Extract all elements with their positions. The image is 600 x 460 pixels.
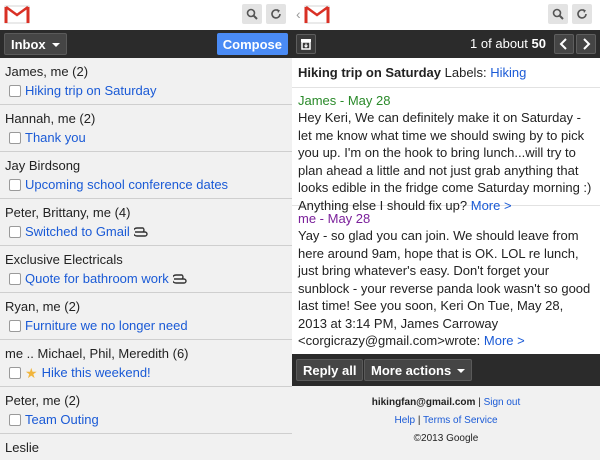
- thread-subject[interactable]: Thank you: [25, 130, 86, 145]
- search-icon[interactable]: [548, 4, 568, 24]
- thread-participants: Ryan, me (2): [5, 299, 81, 314]
- thread-checkbox[interactable]: [9, 366, 21, 379]
- chevron-left-icon[interactable]: [554, 34, 574, 54]
- thread-row[interactable]: Peter, Brittany, me (4) Switched to Gmail: [0, 199, 292, 246]
- archive-icon[interactable]: [296, 34, 316, 54]
- paperclip-icon: [172, 273, 187, 284]
- more-actions-dropdown[interactable]: More actions: [364, 359, 473, 381]
- thread-list-pane: Inbox Compose James, me (2) Hiking trip o…: [0, 0, 292, 460]
- chevron-down-icon: [457, 369, 466, 373]
- conversation-pane: ‹ 1 of about 50 Hiking trip on Saturday: [292, 0, 600, 460]
- refresh-icon[interactable]: [266, 4, 286, 24]
- thread-checkbox[interactable]: [9, 131, 21, 144]
- thread-subject-row: Furniture we no longer need: [5, 316, 292, 335]
- footer-separator: |: [478, 397, 481, 408]
- thread-subject[interactable]: Team Outing: [25, 412, 99, 427]
- thread-subject[interactable]: Quote for bathroom work: [25, 271, 169, 286]
- message-text: Yay - so glad you can join. We should le…: [298, 228, 591, 348]
- thread-subject[interactable]: Hiking trip on Saturday: [25, 83, 157, 98]
- count-range: 1: [470, 36, 478, 51]
- thread-row[interactable]: Jay Birdsong Upcoming school conference d…: [0, 152, 292, 199]
- gmail-logo[interactable]: [4, 4, 30, 24]
- thread-row[interactable]: Peter, me (2) Team Outing: [0, 387, 292, 434]
- message-1[interactable]: James - May 28 Hey Keri, We can definite…: [292, 88, 600, 213]
- refresh-icon[interactable]: [572, 4, 592, 24]
- account-email: hikingfan@gmail.com: [371, 397, 476, 408]
- help-link[interactable]: Help: [394, 415, 415, 426]
- sign-out-link[interactable]: Sign out: [484, 397, 521, 408]
- thread-subject-row: Team Outing: [5, 410, 292, 429]
- thread-list: James, me (2) Hiking trip on Saturday Hann…: [0, 58, 292, 460]
- more-link[interactable]: More >: [484, 333, 525, 348]
- thread-participants: Peter, Brittany, me (4): [5, 205, 131, 220]
- inbox-dropdown[interactable]: Inbox: [4, 33, 67, 55]
- message-body: Hey Keri, We can definitely make it on S…: [298, 109, 594, 214]
- thread-checkbox[interactable]: [9, 272, 21, 285]
- message-sender-date: James - May 28: [298, 93, 391, 108]
- thread-row[interactable]: Exclusive Electricals Quote for bathroom …: [0, 246, 292, 293]
- labels-prefix: Labels:: [444, 65, 487, 80]
- message-text: Hey Keri, We can definitely make it on S…: [298, 110, 592, 213]
- copyright: ©2013 Google: [413, 433, 479, 444]
- thread-participants: Leslie: [5, 440, 39, 455]
- thread-row[interactable]: Hannah, me (2) Thank you: [0, 105, 292, 152]
- more-link[interactable]: More >: [471, 198, 512, 213]
- thread-checkbox[interactable]: [9, 225, 21, 238]
- thread-subject[interactable]: Furniture we no longer need: [25, 318, 188, 333]
- thread-subject[interactable]: Hike this weekend!: [42, 365, 151, 380]
- thread-subject[interactable]: Upcoming school conference dates: [25, 177, 228, 192]
- thread-checkbox[interactable]: [9, 319, 21, 332]
- thread-row[interactable]: me .. Michael, Phil, Meredith (6) ★ Hike t…: [0, 340, 292, 387]
- thread-subject-row: Quote for bathroom work: [5, 269, 292, 288]
- left-toolbar: Inbox Compose: [0, 30, 292, 58]
- thread-row[interactable]: Leslie: [0, 434, 292, 460]
- conversation-subject: Hiking trip on Saturday Labels: Hiking: [292, 58, 600, 88]
- thread-participants: Exclusive Electricals: [5, 252, 123, 267]
- label-link[interactable]: Hiking: [490, 65, 526, 80]
- gmail-logo[interactable]: [304, 4, 330, 24]
- right-top-bar: ‹: [292, 0, 600, 30]
- thread-subject[interactable]: Switched to Gmail: [25, 224, 130, 239]
- thread-subject-row: Thank you: [5, 128, 292, 147]
- thread-participants: Hannah, me (2): [5, 111, 96, 126]
- footer-separator: |: [417, 415, 421, 426]
- thread-checkbox[interactable]: [9, 84, 21, 97]
- star-icon[interactable]: ★: [25, 366, 38, 380]
- thread-checkbox[interactable]: [9, 178, 21, 191]
- thread-count: 1 of about 50: [470, 30, 546, 58]
- count-of: of about: [480, 36, 528, 51]
- chevron-right-icon[interactable]: [576, 34, 596, 54]
- thread-row[interactable]: James, me (2) Hiking trip on Saturday: [0, 58, 292, 105]
- message-body: Yay - so glad you can join. We should le…: [298, 227, 594, 350]
- paperclip-icon: [133, 226, 148, 237]
- chevron-down-icon: [51, 43, 60, 47]
- compose-button[interactable]: Compose: [216, 33, 288, 55]
- terms-link[interactable]: Terms of Service: [423, 415, 497, 426]
- footer: hikingfan@gmail.com | Sign out Help | Te…: [292, 386, 600, 460]
- reply-all-button[interactable]: Reply all: [296, 359, 364, 381]
- left-top-bar: [0, 0, 292, 30]
- more-actions-label: More actions: [371, 362, 452, 378]
- conversation-toolbar: 1 of about 50: [292, 30, 600, 58]
- thread-participants: Jay Birdsong: [5, 158, 81, 173]
- thread-subject-row: ★ Hike this weekend!: [5, 363, 292, 382]
- thread-checkbox[interactable]: [9, 413, 21, 426]
- subject-title: Hiking trip on Saturday: [298, 65, 442, 80]
- search-icon[interactable]: [242, 4, 262, 24]
- thread-subject-row: Hiking trip on Saturday: [5, 81, 292, 100]
- thread-participants: me .. Michael, Phil, Meredith (6): [5, 346, 189, 361]
- action-bar: Reply all More actions: [292, 354, 600, 386]
- thread-subject-row: Upcoming school conference dates: [5, 175, 292, 194]
- thread-subject-row: Switched to Gmail: [5, 222, 292, 241]
- message-2[interactable]: me - May 28 Yay - so glad you can join. …: [292, 206, 600, 348]
- thread-participants: Peter, me (2): [5, 393, 81, 408]
- count-total: 50: [531, 36, 546, 51]
- back-arrow-icon[interactable]: ‹: [296, 6, 301, 22]
- inbox-label: Inbox: [11, 36, 46, 52]
- thread-row[interactable]: Ryan, me (2) Furniture we no longer need: [0, 293, 292, 340]
- thread-participants: James, me (2): [5, 64, 89, 79]
